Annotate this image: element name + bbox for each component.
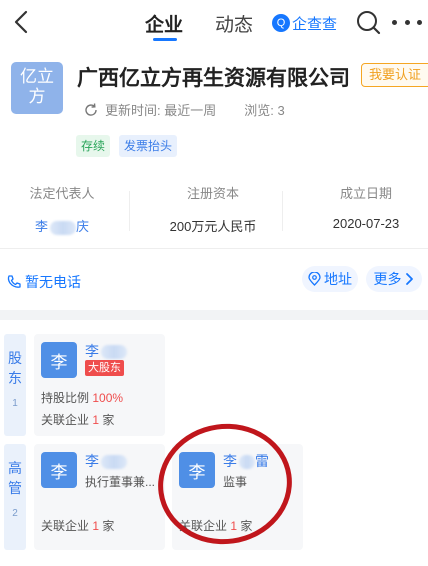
manager-card[interactable]: 李 李 执行董事兼... 关联企业 1 家 [34,444,165,550]
founded-label: 成立日期 [339,186,392,201]
divider [282,191,283,231]
active-tab-indicator [153,38,177,41]
refresh-icon[interactable] [83,102,99,118]
back-arrow-icon[interactable] [10,6,34,38]
shareholders-label[interactable]: 股 东 1 [4,334,26,436]
company-name: 广西亿立方再生资源有限公司 [77,67,350,90]
avatar: 李 [41,342,77,378]
status-badge: 存续 [76,135,111,157]
person-role: 执行董事兼... [85,475,156,489]
top-nav: 企业 动态 Q 企查查 [0,0,428,48]
avatar: 李 [41,452,77,488]
registered-capital: 注册资本 200万元人民币 [143,183,283,235]
masked-name [50,220,76,235]
founded-value: 2020-07-23 [332,216,400,231]
phone-link[interactable]: 暂无电话 [6,272,81,292]
verify-button[interactable]: 我要认证 [361,63,428,87]
masked-name [101,455,127,470]
person-name[interactable]: 李 [85,451,127,471]
capital-value: 200万元人民币 [169,219,257,234]
founded-date: 成立日期 2020-07-23 [296,183,428,231]
shareholder-card[interactable]: 李 李 大股东 持股比例 100% 关联企业 1 家 [34,334,165,436]
tab-company[interactable]: 企业 [145,10,183,37]
search-icon[interactable] [355,9,381,37]
more-label: 更多 [373,271,402,287]
related-companies: 关联企业 1 家 [41,413,115,427]
masked-name [101,345,127,360]
tab-news[interactable]: 动态 [215,10,253,37]
phone-icon [7,275,21,288]
location-pin-icon [308,272,321,286]
person-name[interactable]: 李 [85,341,127,361]
legal-representative: 法定代表人 李庆 [0,183,132,235]
divider [129,191,130,231]
more-button[interactable]: 更多 [366,266,422,292]
capital-label: 注册资本 [186,186,239,201]
company-card: 亿立 方 广西亿立方再生资源有限公司 我要认证 更新时间: 最近一周 浏览: 3… [0,48,428,310]
managers-label[interactable]: 高 管 2 [4,444,26,550]
legal-rep-name[interactable]: 李 [35,219,48,234]
phone-label: 暂无电话 [25,274,81,290]
company-logo: 亿立 方 [11,62,63,114]
update-time: 更新时间: 最近一周 [105,103,217,118]
related-companies: 关联企业 1 家 [41,519,115,533]
manager-count: 2 [12,508,18,519]
divider [0,248,428,249]
major-shareholder-badge: 大股东 [85,360,124,376]
legal-rep-label: 法定代表人 [29,186,95,201]
more-options-icon[interactable] [392,14,422,30]
invoice-title-tag[interactable]: 发票抬头 [119,135,178,157]
qcc-logo-icon: Q [272,14,290,32]
address-label: 地址 [324,271,352,287]
brand-logo: Q 企查查 [272,12,337,34]
view-count: 浏览: 3 [244,103,285,118]
shareholder-count: 1 [12,398,18,409]
share-ratio: 持股比例 100% [41,391,124,405]
brand-label: 企查查 [292,15,338,33]
address-button[interactable]: 地址 [302,266,358,292]
chevron-right-icon [405,273,413,285]
update-info: 更新时间: 最近一周 浏览: 3 [83,100,285,119]
